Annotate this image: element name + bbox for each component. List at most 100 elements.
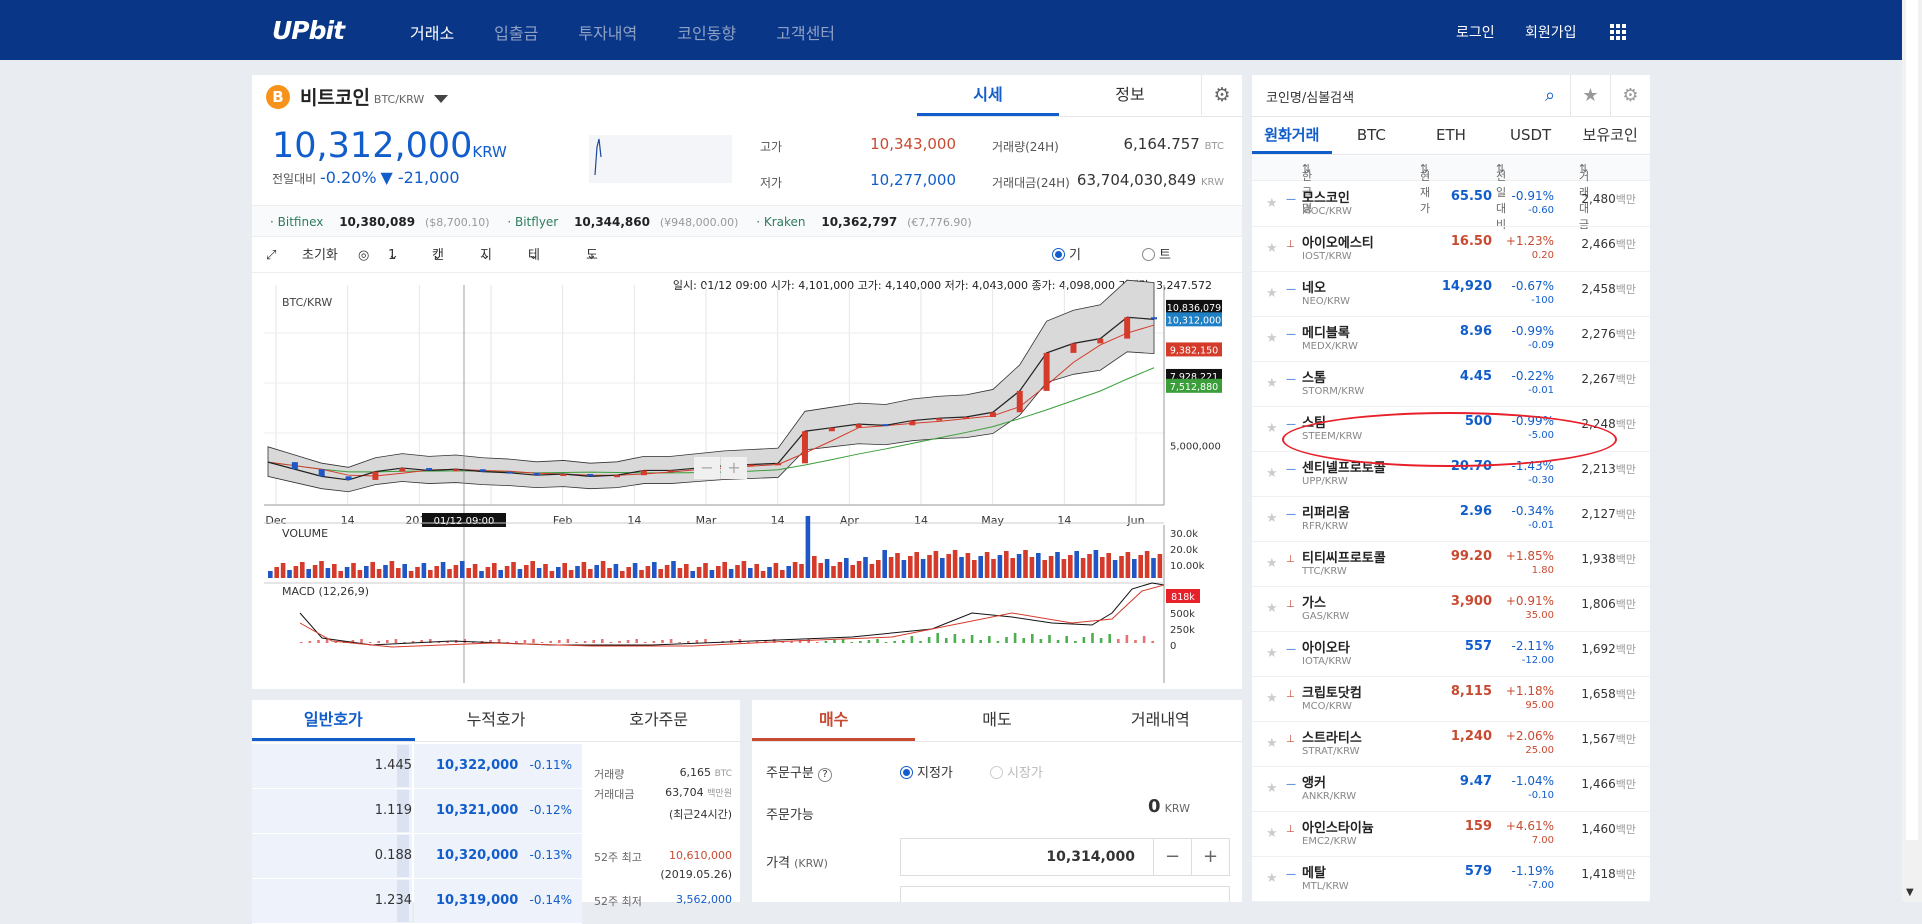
star-icon[interactable]: ★ — [1266, 286, 1278, 301]
star-icon[interactable]: ★ — [1266, 466, 1278, 481]
coin-row[interactable]: ★ — 앵커 ANKR/KRW 9.47 -1.04% -0.10 1,466백만 — [1252, 767, 1650, 812]
sort-amount[interactable]: 거래대금 ⇅ — [1579, 162, 1589, 231]
coin-row[interactable]: ★ ⊥ 티티씨프로토콜 TTC/KRW 99.20 +1.85% 1.80 1,938백만 — [1252, 542, 1650, 587]
volume-bar — [575, 566, 580, 578]
page-scrollbar[interactable]: ▼ — [1902, 0, 1922, 902]
coin-row[interactable]: ★ — 센티넬프로토콜 UPP/KRW 20.70 -1.43% -0.30 2,213백만 — [1252, 452, 1650, 497]
coin-row[interactable]: ★ — 메디블록 MEDX/KRW 8.96 -0.99% -0.09 2,276백만 — [1252, 317, 1650, 362]
orderbook-row[interactable]: 1.119 10,321,000 -0.12% — [252, 789, 582, 834]
coin-row[interactable]: ★ — 모스코인 MOC/KRW 65.50 -0.91% -0.60 2,480백만 — [1252, 182, 1650, 227]
price-chart[interactable]: 일시: 01/12 09:00 시가: 4,101,000 고가: 4,140,… — [252, 273, 1242, 689]
basic-chart-radio[interactable]: 기본 차트 — [1052, 239, 1081, 365]
quantity-input[interactable] — [900, 886, 1230, 902]
orderbook-row[interactable]: 0.188 10,320,000 -0.13% — [252, 834, 582, 879]
tab-sell[interactable]: 매도 — [915, 700, 1078, 741]
candle-dropdown[interactable]: 캔들 ⌄ — [432, 239, 444, 297]
coin-row[interactable]: ★ — 스팀 STEEM/KRW 500 -0.99% -5.00 2,248백만 — [1252, 407, 1650, 452]
star-icon[interactable]: ★ — [1266, 241, 1278, 256]
volume-bar — [530, 561, 535, 578]
reset-button[interactable]: 초기화 — [302, 239, 338, 273]
coin-selector[interactable]: B 비트코인 BTC/KRW — [266, 83, 449, 110]
star-icon[interactable]: ★ — [1266, 691, 1278, 706]
star-icon[interactable]: ★ — [1266, 196, 1278, 211]
star-icon[interactable]: ★ — [1266, 826, 1278, 841]
star-icon[interactable]: ★ — [1266, 556, 1278, 571]
price-decrease-button[interactable]: − — [1153, 839, 1191, 875]
period-dropdown[interactable]: 1일 ⌄ — [388, 239, 400, 297]
sort-change[interactable]: 전일대비 ⇅ — [1496, 162, 1506, 231]
limit-order-radio[interactable]: 지정가 — [900, 762, 953, 781]
coin-row[interactable]: ★ ⊥ 가스 GAS/KRW 3,900 +0.91% 35.00 1,806백만 — [1252, 587, 1650, 632]
macd-histogram-bar — [592, 640, 595, 643]
tradingview-radio[interactable]: 트레이딩뷰 — [1142, 239, 1171, 399]
tab-holdings[interactable]: 보유코인 — [1570, 117, 1650, 154]
macd-histogram-bar — [953, 634, 957, 643]
price-tag-label: 7,512,880 — [1170, 382, 1218, 393]
coin-row[interactable]: ★ ⊥ 스트라티스 STRAT/KRW 1,240 +2.06% 25.00 1,567백만 — [1252, 722, 1650, 767]
upbit-logo[interactable]: UPbit — [272, 16, 345, 45]
tab-btc[interactable]: BTC — [1332, 117, 1412, 154]
coin-row[interactable]: ★ ⊥ 아이오에스티 IOST/KRW 16.50 +1.23% 0.20 2,466백만 — [1252, 227, 1650, 272]
market-order-radio[interactable]: 시장가 — [990, 762, 1043, 781]
star-icon[interactable]: ★ — [1266, 331, 1278, 346]
coin-row[interactable]: ★ — 네오 NEO/KRW 14,920 -0.67% -100 2,458백만 — [1252, 272, 1650, 317]
nav-deposit[interactable]: 입출금 — [494, 20, 538, 44]
coin-row[interactable]: ★ — 아이오타 IOTA/KRW 557 -2.11% -12.00 1,692백만 — [1252, 632, 1650, 677]
tab-krw[interactable]: 원화거래 — [1252, 117, 1332, 154]
scroll-down-icon[interactable]: ▼ — [1906, 887, 1914, 898]
star-icon[interactable]: ★ — [1570, 75, 1610, 117]
theme-dropdown[interactable]: 테마 ⌄ — [528, 239, 540, 297]
macd-histogram-bar — [841, 639, 845, 643]
globe-icon[interactable]: ◎ — [358, 239, 369, 273]
expand-icon[interactable]: ⤢ — [266, 239, 276, 273]
orderbook-row[interactable]: 1.445 10,322,000 -0.11% — [252, 744, 582, 789]
macd-histogram-bar — [884, 642, 888, 643]
tab-normal-orderbook[interactable]: 일반호가 — [252, 700, 415, 741]
star-icon[interactable]: ★ — [1266, 511, 1278, 526]
login-link[interactable]: 로그인 — [1456, 22, 1495, 42]
coin-row[interactable]: ★ ⊥ 크립토닷컴 MCO/KRW 8,115 +1.18% 95.00 1,658백만 — [1252, 677, 1650, 722]
tab-info[interactable]: 정보 — [1059, 75, 1201, 116]
nav-exchange[interactable]: 거래소 — [410, 20, 454, 44]
coin-row[interactable]: ★ — 메탈 MTL/KRW 579 -1.19% -7.00 1,418백만 — [1252, 857, 1650, 902]
search-icon[interactable]: ⌕ — [1530, 75, 1570, 117]
app-grid-icon[interactable] — [1610, 24, 1626, 40]
star-icon[interactable]: ★ — [1266, 376, 1278, 391]
tab-trade-history[interactable]: 거래내역 — [1079, 700, 1242, 741]
sort-name[interactable]: 한글명 ⇅ — [1302, 162, 1312, 215]
star-icon[interactable]: ★ — [1266, 646, 1278, 661]
tool-dropdown[interactable]: 도구 ⌄ — [586, 239, 598, 297]
gear-icon[interactable]: ⚙ — [1610, 75, 1650, 117]
star-icon[interactable]: ★ — [1266, 781, 1278, 796]
tab-buy[interactable]: 매수 — [752, 700, 916, 741]
help-icon[interactable]: ? — [817, 768, 832, 782]
star-icon[interactable]: ★ — [1266, 421, 1278, 436]
nav-investments[interactable]: 투자내역 — [578, 20, 637, 44]
tab-quote[interactable]: 시세 — [917, 75, 1059, 116]
nav-coin-trends[interactable]: 코인동향 — [677, 20, 736, 44]
gear-icon[interactable]: ⚙ — [1201, 75, 1242, 115]
sort-price[interactable]: 현재가 ⇅ — [1420, 162, 1430, 215]
chevron-down-icon[interactable] — [434, 94, 449, 103]
tab-usdt[interactable]: USDT — [1491, 117, 1571, 154]
tab-orderbook-order[interactable]: 호가주문 — [577, 700, 740, 741]
coin-price: 8.96 — [1459, 324, 1492, 339]
price-input[interactable]: 10,314,000 − + — [900, 838, 1230, 876]
coin-row[interactable]: ★ — 리퍼리움 RFR/KRW 2.96 -0.34% -0.01 2,127백만 — [1252, 497, 1650, 542]
price-increase-button[interactable]: + — [1191, 839, 1229, 875]
nav-customer-center[interactable]: 고객센터 — [776, 20, 835, 44]
indicator-dropdown[interactable]: 지표 ⌄ — [480, 239, 492, 297]
coin-row[interactable]: ★ — 스톰 STORM/KRW 4.45 -0.22% -0.01 2,267백만 — [1252, 362, 1650, 407]
search-input[interactable]: 코인명/심볼검색 — [1266, 87, 1354, 106]
star-icon[interactable]: ★ — [1266, 736, 1278, 751]
star-icon[interactable]: ★ — [1266, 601, 1278, 616]
coin-row[interactable]: ★ ⊥ 아인스타이늄 EMC2/KRW 159 +4.61% 7.00 1,460백만 — [1252, 812, 1650, 857]
star-icon[interactable]: ★ — [1266, 871, 1278, 886]
coin-change-pct: +0.91% — [1505, 594, 1554, 608]
tab-eth[interactable]: ETH — [1411, 117, 1491, 154]
coin-volume: 2,248백만 — [1581, 417, 1636, 431]
coin-price: 3,900 — [1450, 594, 1492, 609]
candle — [801, 431, 808, 464]
signup-link[interactable]: 회원가입 — [1525, 22, 1577, 42]
tab-cumulative-orderbook[interactable]: 누적호가 — [415, 700, 578, 741]
